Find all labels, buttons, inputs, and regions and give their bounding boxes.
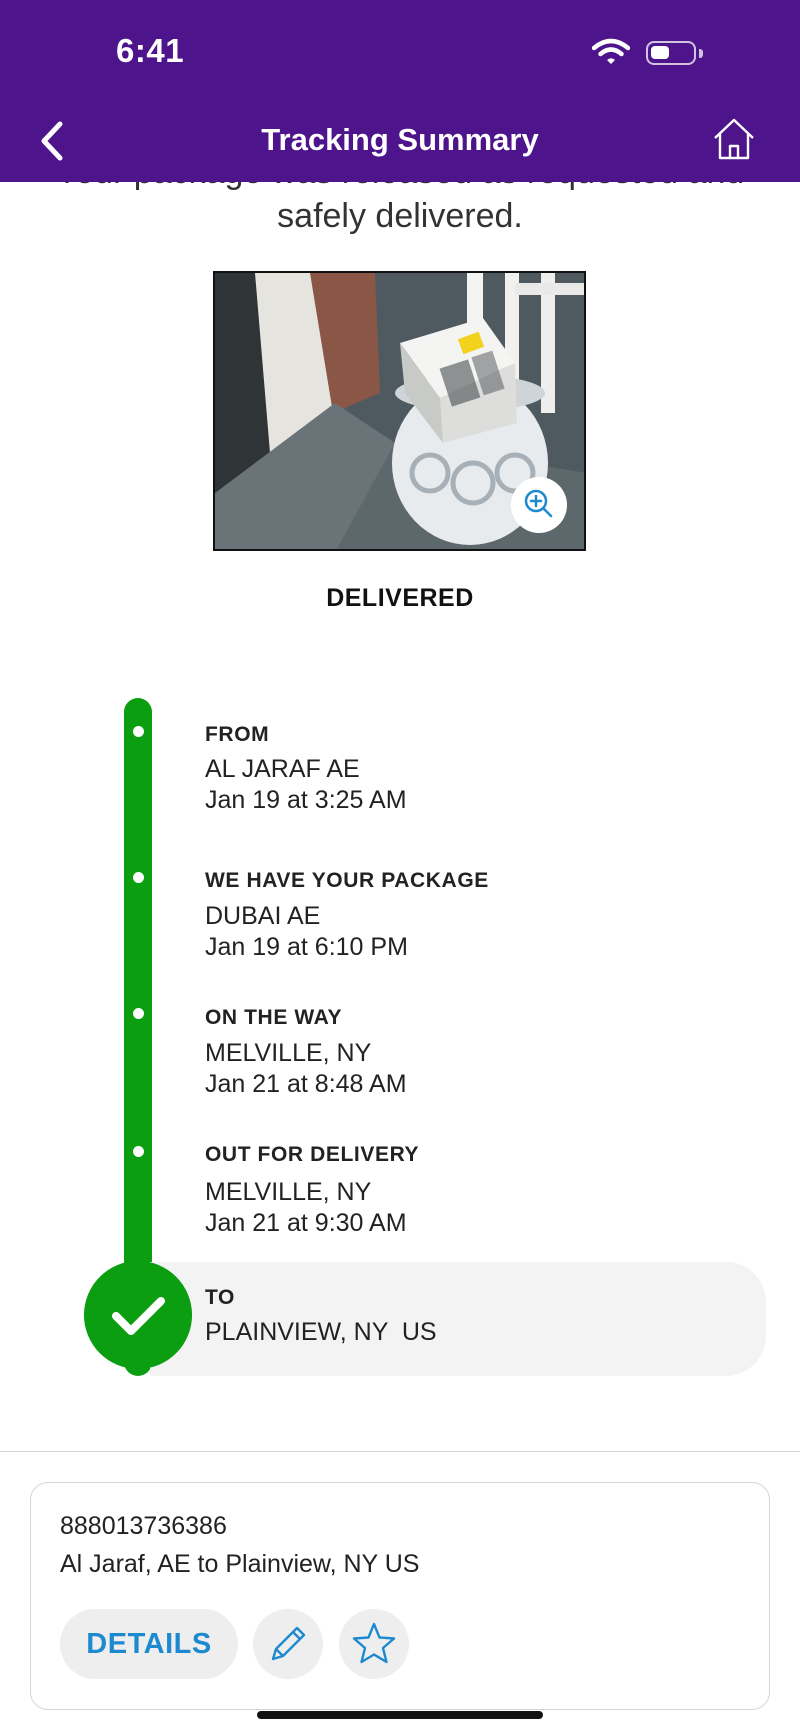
event-time: Jan 21 at 8:48 AM xyxy=(205,1070,407,1098)
event-heading-from: FROM xyxy=(205,723,270,746)
timeline-dot xyxy=(133,872,144,883)
wifi-icon xyxy=(592,38,630,64)
event-time: Jan 19 at 6:10 PM xyxy=(205,933,408,961)
zoom-button[interactable] xyxy=(511,477,567,533)
event-time: Jan 21 at 9:30 AM xyxy=(205,1209,407,1237)
shipment-route: Al Jaraf, AE to Plainview, NY US xyxy=(60,1550,420,1578)
event-location: MELVILLE, NY xyxy=(205,1178,372,1206)
battery-nub xyxy=(699,49,703,58)
delivered-check-icon xyxy=(84,1261,192,1369)
event-location: MELVILLE, NY xyxy=(205,1039,372,1067)
event-location: DUBAI AE xyxy=(205,902,321,930)
home-icon xyxy=(714,118,754,160)
nav-header: 6:41 Tracking Summary xyxy=(0,0,800,182)
pencil-icon xyxy=(271,1626,306,1661)
event-location: AL JARAF AE xyxy=(205,755,360,783)
delivery-message-line2: safely delivered. xyxy=(277,197,523,235)
event-heading-on-the-way: ON THE WAY xyxy=(205,1006,343,1029)
delivery-status: DELIVERED xyxy=(326,584,474,612)
event-heading-picked-up: WE HAVE YOUR PACKAGE xyxy=(205,869,489,892)
details-button[interactable]: DETAILS xyxy=(60,1609,238,1679)
page-title: Tracking Summary xyxy=(261,122,539,157)
status-time: 6:41 xyxy=(116,32,185,69)
timeline-dot xyxy=(133,1146,144,1157)
event-time: Jan 19 at 3:25 AM xyxy=(205,786,407,814)
home-button[interactable] xyxy=(712,116,756,162)
event-heading-out-for-delivery: OUT FOR DELIVERY xyxy=(205,1143,420,1166)
battery-icon xyxy=(646,41,696,65)
timeline-dot xyxy=(133,1008,144,1019)
tracking-number: 888013736386 xyxy=(60,1512,227,1540)
favorite-button[interactable] xyxy=(339,1609,409,1679)
timeline-dot xyxy=(133,726,144,737)
divider xyxy=(0,1451,800,1452)
event-location: PLAINVIEW, NY US xyxy=(205,1318,437,1346)
edit-button[interactable] xyxy=(253,1609,323,1679)
star-icon xyxy=(352,1622,396,1664)
zoom-in-icon xyxy=(524,489,553,518)
home-indicator xyxy=(257,1711,543,1719)
event-heading-to: TO xyxy=(205,1286,235,1309)
